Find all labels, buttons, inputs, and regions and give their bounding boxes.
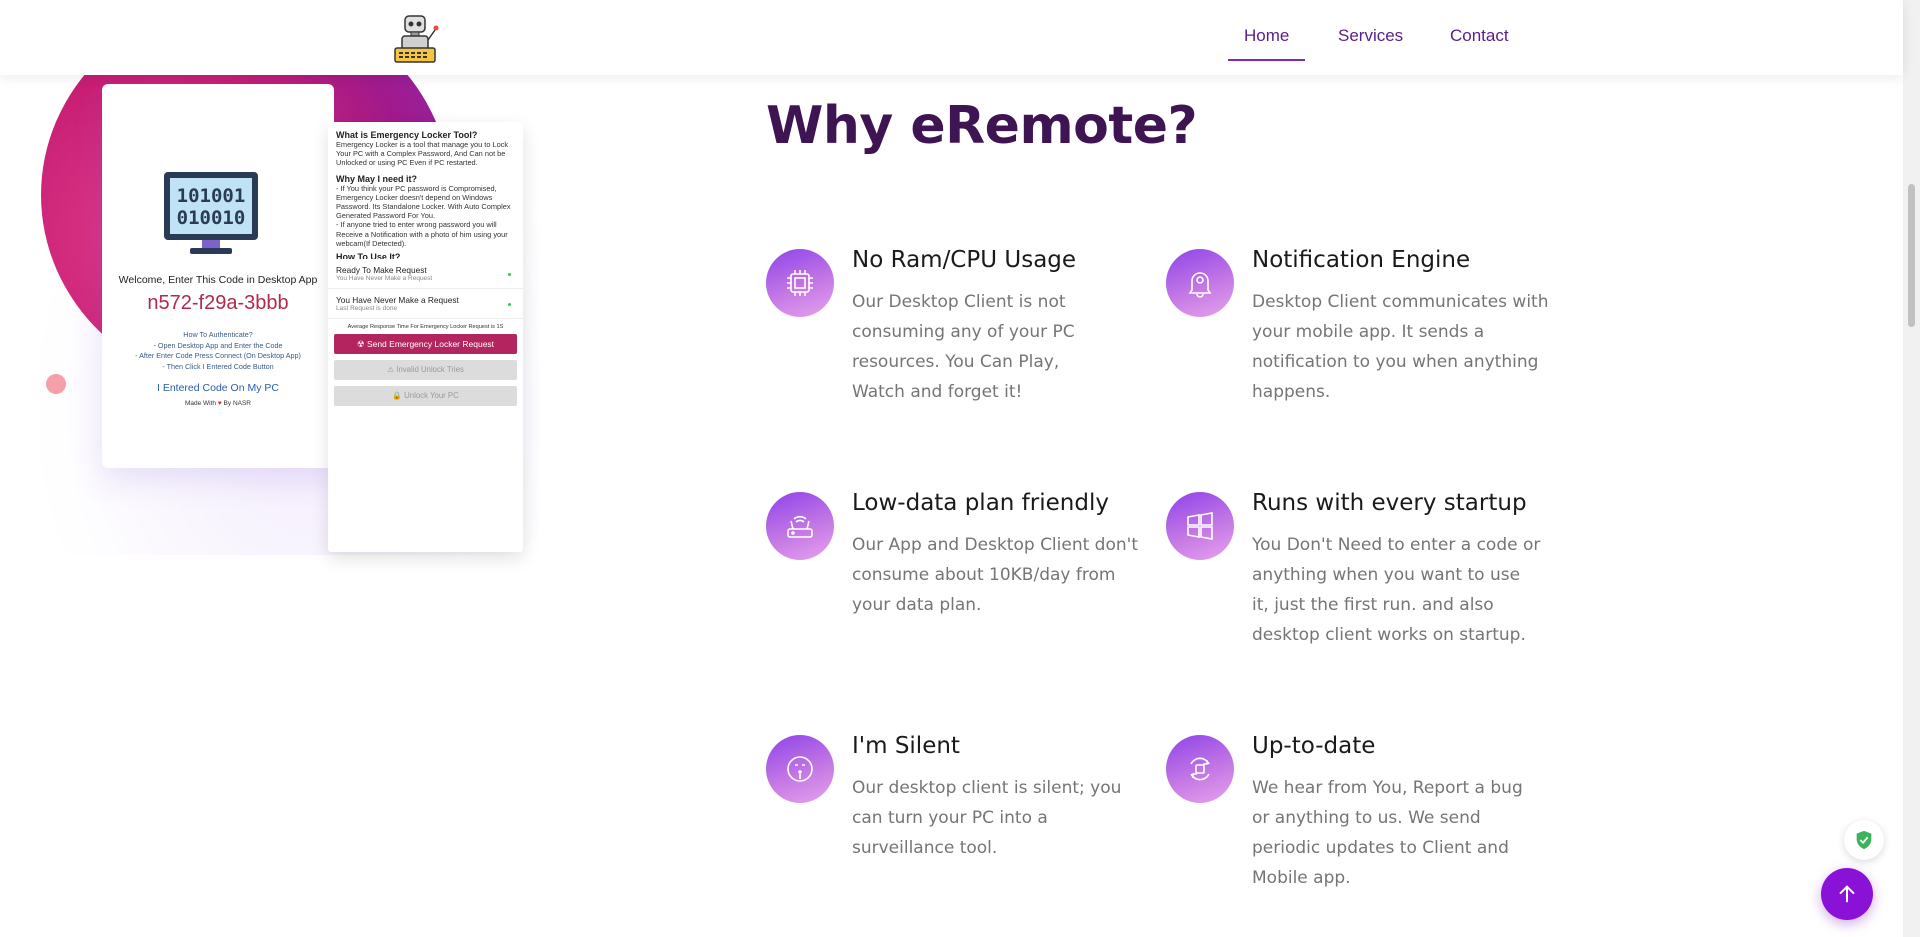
made-with-credit: Made With ♥ By NASR xyxy=(102,400,334,407)
arrow-up-icon xyxy=(1839,885,1855,903)
feature-text: Our App and Desktop Client don't consume… xyxy=(852,535,1138,615)
monitor-binary-line-2: 010010 xyxy=(177,207,246,229)
unlock-pc-label: Unlock Your PC xyxy=(404,391,459,401)
feature-title: No Ram/CPU Usage xyxy=(852,247,1077,273)
warning-icon: ⚠ xyxy=(387,365,395,375)
howto-step: - After Enter Code Press Connect (On Des… xyxy=(135,351,301,360)
lock-icon: 🔒 xyxy=(392,391,402,401)
feature-title: Low-data plan friendly xyxy=(852,490,1109,516)
request-status-sub: Last Request is done xyxy=(336,305,398,313)
auth-code: n572-f29a-3bbb xyxy=(147,292,289,314)
emergency-locker-card: What is Emergency Locker Tool? Emergency… xyxy=(328,122,523,552)
shield-check-icon xyxy=(1856,830,1872,850)
app-preview-illustration: 101001 010010 Welcome, Enter This Code i… xyxy=(30,0,550,560)
request-status-title: You Have Never Make a Request xyxy=(336,295,459,306)
invalid-unlock-tries-button: ⚠ Invalid Unlock Tries xyxy=(334,360,517,381)
feature-text: You Don't Need to enter a code or anythi… xyxy=(1252,535,1541,645)
avg-response-text: Average Response Time For Emergency Lock… xyxy=(347,324,504,331)
auth-code-card: 101001 010010 Welcome, Enter This Code i… xyxy=(102,84,334,468)
cpu-icon xyxy=(766,249,834,317)
made-with-prefix: Made With xyxy=(184,400,217,407)
feature-title: I'm Silent xyxy=(852,733,960,759)
faq-answer: - If You think your PC password is Compr… xyxy=(336,183,511,221)
request-status-row: Ready To Make Request You Have Never Mak… xyxy=(328,259,523,290)
invalid-unlock-label: Invalid Unlock Tries xyxy=(396,365,464,375)
faq-answer: Emergency Locker is a tool that manage y… xyxy=(336,140,509,168)
nav-home[interactable]: Home xyxy=(1227,26,1306,61)
bell-icon xyxy=(1166,249,1234,317)
robot-logo-icon[interactable] xyxy=(391,12,441,64)
top-navbar: Home Services Contact xyxy=(0,0,1903,75)
request-status-row: You Have Never Make a Request Last Reque… xyxy=(328,289,523,320)
security-shield-button[interactable] xyxy=(1844,820,1884,860)
send-emergency-request-button: ☢ Send Emergency Locker Request xyxy=(334,334,517,355)
feature-text: We hear from You, Report a bug or anythi… xyxy=(1252,778,1523,888)
page-scrollbar[interactable] xyxy=(1903,0,1920,937)
scrollbar-thumb[interactable] xyxy=(1908,184,1915,327)
feature-title: Runs with every startup xyxy=(1252,490,1527,516)
welcome-text: Welcome, Enter This Code in Desktop App xyxy=(118,274,318,286)
section-title: Why eRemote? xyxy=(766,96,1198,156)
monitor-binary-icon: 101001 010010 xyxy=(162,170,260,258)
howto-instructions: How To Authenticate? - Open Desktop App … xyxy=(102,330,334,372)
howto-step: - Open Desktop App and Enter the Code xyxy=(153,340,283,350)
feature-title: Notification Engine xyxy=(1252,247,1471,273)
feature-text: Desktop Client communicates with your mo… xyxy=(1252,292,1549,402)
back-to-top-button[interactable] xyxy=(1821,868,1873,920)
request-status-sub: You Have Never Make a Request xyxy=(336,275,433,283)
monitor-binary-line-1: 101001 xyxy=(177,185,246,207)
request-status-title: Ready To Make Request xyxy=(336,265,427,276)
nav-contact[interactable]: Contact xyxy=(1450,26,1509,46)
heart-icon: ♥ xyxy=(217,400,222,407)
feature-text: Our desktop client is silent; you can tu… xyxy=(852,778,1122,858)
unlock-pc-button: 🔒 Unlock Your PC xyxy=(334,386,517,407)
windows-icon xyxy=(1166,492,1234,560)
decorative-dot xyxy=(46,374,66,394)
faq-answer: - If anyone tried to enter wrong passwor… xyxy=(336,220,508,248)
send-emergency-label: Send Emergency Locker Request xyxy=(366,339,495,350)
update-icon xyxy=(1166,735,1234,803)
howto-step: - Then Click I Entered Code Button xyxy=(162,361,274,371)
faq-question: Why May I need it? xyxy=(336,173,418,184)
radiation-icon: ☢ xyxy=(356,339,365,350)
howto-title: How To Authenticate? xyxy=(183,330,253,339)
router-icon xyxy=(766,492,834,560)
entered-code-link: I Entered Code On My PC xyxy=(157,382,279,394)
feature-text: Our Desktop Client is not consuming any … xyxy=(852,292,1075,402)
nav-services[interactable]: Services xyxy=(1338,26,1403,46)
feature-title: Up-to-date xyxy=(1252,733,1376,759)
faq-question-cut: How To Use It? xyxy=(336,252,401,260)
made-with-suffix: By NASR xyxy=(223,400,251,407)
faq-question: What is Emergency Locker Tool? xyxy=(336,130,478,140)
silent-face-icon xyxy=(766,735,834,803)
